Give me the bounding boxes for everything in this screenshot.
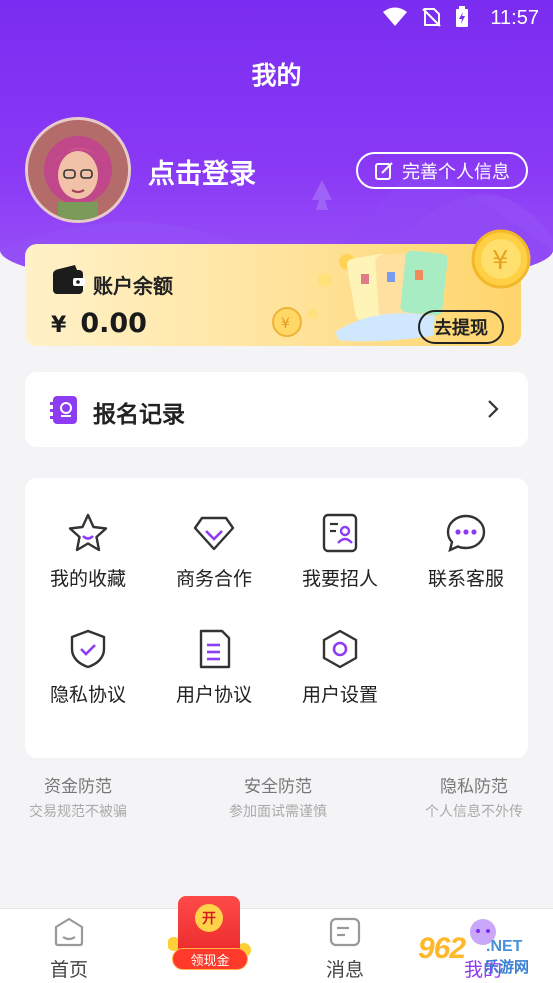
promo-badge: 开 <box>195 904 223 932</box>
safety-tip-privacy: 隐私防范 个人信息不外传 <box>384 772 553 821</box>
grid-item-favorites[interactable]: 我的收藏 <box>25 512 151 591</box>
grid-item-label: 用户设置 <box>301 684 378 706</box>
message-icon <box>329 917 361 947</box>
balance-amount: ¥0.00 <box>51 308 147 339</box>
safety-title: 安全防范 <box>244 777 312 797</box>
wallet-icon <box>53 265 85 294</box>
svg-text:¥: ¥ <box>492 246 509 276</box>
avatar[interactable] <box>25 117 131 223</box>
chat-icon <box>446 514 486 553</box>
grid-item-label: 我要招人 <box>301 568 378 590</box>
safety-tip-security: 安全防范 参加面试需谨慎 <box>188 772 368 821</box>
watermark-text: 乐游网 <box>484 958 530 976</box>
grid-item-user-settings[interactable]: 用户设置 <box>277 628 403 707</box>
grid-item-label: 商务合作 <box>175 568 252 590</box>
signup-record-row[interactable]: 报名记录 <box>25 372 528 447</box>
nav-home[interactable]: 首页 <box>24 917 114 982</box>
balance-value: 0.00 <box>80 308 147 339</box>
safety-tip-funds: 资金防范 交易规范不被骗 <box>0 772 168 821</box>
star-icon <box>68 513 108 552</box>
grid-item-label: 用户协议 <box>175 684 252 706</box>
diamond-icon <box>193 516 235 551</box>
record-book-icon <box>50 396 77 424</box>
complete-profile-label: 完善个人信息 <box>402 161 510 183</box>
safety-subtitle: 个人信息不外传 <box>425 804 523 820</box>
grid-item-privacy[interactable]: 隐私协议 <box>25 628 151 707</box>
balance-label: 账户余额 <box>93 274 173 298</box>
settings-icon <box>322 629 358 669</box>
recruit-icon <box>322 513 358 553</box>
page-title: 我的 <box>251 61 302 90</box>
currency-symbol: ¥ <box>51 313 67 338</box>
login-link[interactable]: 点击登录 <box>148 152 256 191</box>
grid-item-label: 隐私协议 <box>49 684 126 706</box>
grid-item-customer-service[interactable]: 联系客服 <box>403 512 529 591</box>
grid-item-business[interactable]: 商务合作 <box>151 512 277 591</box>
grid-item-user-agreement[interactable]: 用户协议 <box>151 628 277 707</box>
watermark-logo: 962 .NET 乐游网 <box>414 932 548 978</box>
avatar-illustration <box>28 120 128 220</box>
safety-title: 隐私防范 <box>440 777 508 797</box>
watermark-suffix: .NET <box>486 938 523 955</box>
wifi-icon <box>383 7 407 26</box>
status-time: 11:57 <box>490 7 539 29</box>
grid-item-label: 联系客服 <box>427 568 504 590</box>
home-icon <box>54 917 84 947</box>
safety-title: 资金防范 <box>44 777 112 797</box>
nav-messages[interactable]: 消息 <box>300 917 390 982</box>
promo-label: 领现金 <box>172 948 248 970</box>
status-bar: 11:57 <box>0 0 553 40</box>
nav-label: 首页 <box>49 959 88 981</box>
signup-record-label: 报名记录 <box>93 402 185 428</box>
safety-subtitle: 参加面试需谨慎 <box>229 804 327 820</box>
chevron-right-icon <box>488 400 499 418</box>
svg-text:¥: ¥ <box>281 316 290 332</box>
features-grid: 我的收藏 商务合作 我要招人 联系客服 隐私协议 用户协议 用户设置 <box>25 478 528 758</box>
grid-item-label: 我的收藏 <box>49 568 126 590</box>
nav-label: 消息 <box>325 959 364 981</box>
watermark-number: 962 <box>418 932 466 965</box>
status-icons <box>383 6 469 28</box>
safety-subtitle: 交易规范不被骗 <box>29 804 127 820</box>
shield-icon <box>70 629 106 669</box>
no-sim-icon <box>422 8 441 27</box>
edit-icon <box>375 161 393 180</box>
document-icon <box>199 629 231 669</box>
withdraw-button[interactable]: 去提现 <box>418 310 504 344</box>
cash-promo-button[interactable]: 开 领现金 <box>168 896 252 972</box>
balance-card: 账户余额 ¥0.00 ¥ ¥ 去提现 <box>25 229 531 346</box>
coin-icon: ¥ <box>471 229 531 289</box>
complete-profile-button[interactable]: 完善个人信息 <box>356 152 528 189</box>
battery-icon <box>456 6 468 27</box>
grid-item-recruit[interactable]: 我要招人 <box>277 512 403 591</box>
